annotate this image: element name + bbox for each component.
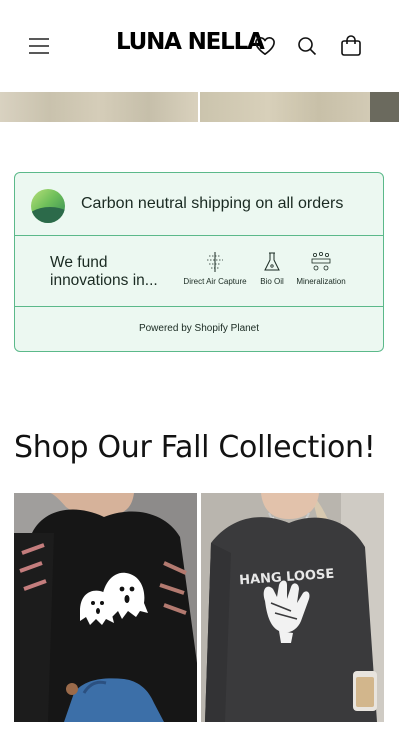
project-label: Mineralization xyxy=(296,277,346,286)
bio-oil-icon xyxy=(264,252,280,271)
hero-image-part xyxy=(200,92,370,122)
project-mineralization: Mineralization xyxy=(290,251,352,286)
shopify-planet-banner: Carbon neutral shipping on all orders We… xyxy=(14,172,384,352)
fund-text: We fund innovations in... xyxy=(50,254,158,289)
powered-by-text[interactable]: Powered by Shopify Planet xyxy=(15,323,383,334)
heart-icon[interactable] xyxy=(250,31,280,61)
site-header: LUNA NELLA xyxy=(0,0,399,91)
project-bio-oil: Bio Oil xyxy=(256,251,288,286)
direct-air-capture-icon xyxy=(207,252,223,272)
mineralization-icon xyxy=(311,251,331,271)
product-card-image[interactable] xyxy=(14,493,197,722)
hero-image-part xyxy=(0,92,198,122)
carbon-neutral-row: Carbon neutral shipping on all orders xyxy=(15,173,383,236)
site-logo[interactable]: LUNA NELLA xyxy=(116,29,265,55)
product-photo xyxy=(14,493,197,722)
hero-image[interactable] xyxy=(0,92,399,122)
shopping-bag-icon[interactable] xyxy=(336,31,366,61)
collection-title: Shop Our Fall Collection! xyxy=(14,430,376,465)
search-icon[interactable] xyxy=(292,31,322,61)
project-direct-air-capture: Direct Air Capture xyxy=(178,251,252,286)
fund-row: We fund innovations in... Direct Air Cap… xyxy=(15,236,383,307)
product-card-image[interactable]: HANG LOOSE xyxy=(201,493,384,722)
project-label: Bio Oil xyxy=(260,277,284,286)
hero-image-part xyxy=(370,92,399,122)
product-photo: HANG LOOSE xyxy=(201,493,384,722)
hamburger-menu-icon[interactable] xyxy=(24,31,54,61)
carbon-neutral-headline: Carbon neutral shipping on all orders xyxy=(81,195,344,212)
project-label: Direct Air Capture xyxy=(183,277,247,286)
planet-leaf-icon xyxy=(31,189,65,223)
